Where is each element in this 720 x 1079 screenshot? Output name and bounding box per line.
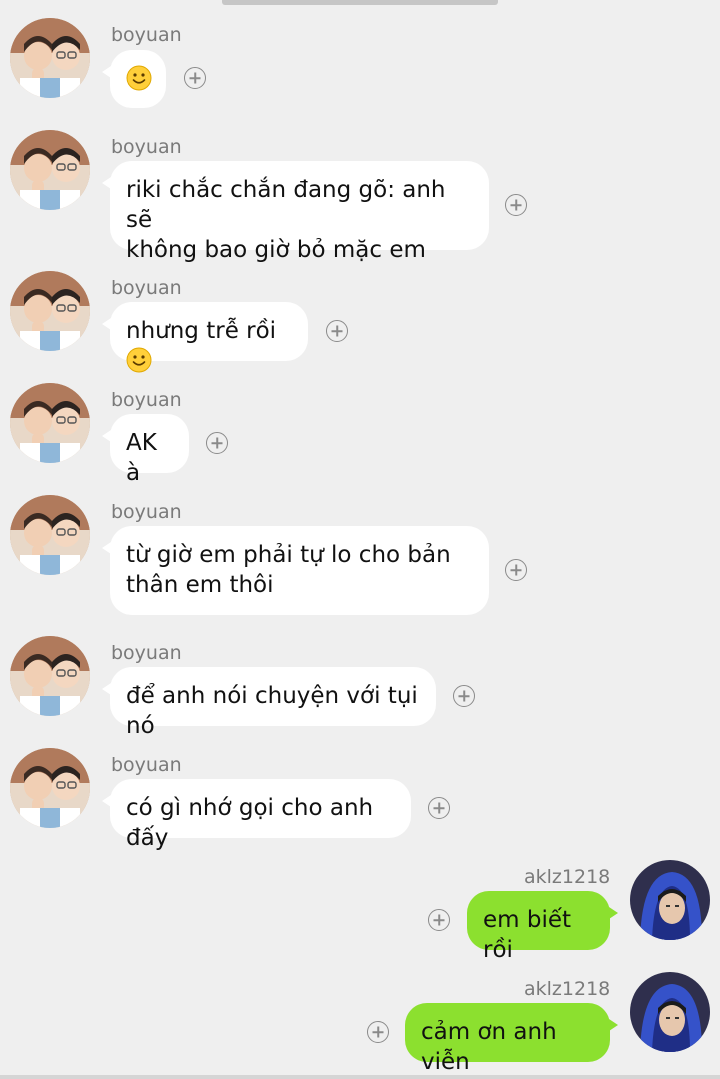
smile-emoji-icon: [126, 347, 152, 373]
add-icon[interactable]: [453, 685, 475, 707]
drag-handle: [222, 0, 498, 5]
add-icon[interactable]: [505, 194, 527, 216]
message-bubble[interactable]: từ giờ em phải tự lo cho bản thân em thô…: [102, 526, 489, 615]
avatar[interactable]: [10, 130, 90, 210]
message-bubble[interactable]: em biết rồi: [467, 891, 618, 963]
sender-name: boyuan: [111, 24, 182, 46]
message-text: để anh nói chuyện với tụi nó: [126, 683, 418, 739]
message-text: cảm ơn anh viễn: [421, 1019, 557, 1075]
message-text: AK à: [126, 430, 157, 486]
message-bubble[interactable]: để anh nói chuyện với tụi nó: [102, 667, 436, 739]
sender-name: boyuan: [111, 389, 182, 411]
avatar[interactable]: [630, 972, 710, 1052]
avatar[interactable]: [10, 748, 90, 828]
avatar[interactable]: [630, 860, 710, 940]
add-icon[interactable]: [367, 1021, 389, 1043]
avatar[interactable]: [10, 636, 90, 716]
add-icon[interactable]: [505, 559, 527, 581]
sender-name: boyuan: [111, 501, 182, 523]
add-icon[interactable]: [326, 320, 348, 342]
add-icon[interactable]: [428, 909, 450, 931]
add-icon[interactable]: [428, 797, 450, 819]
smile-emoji-icon: [126, 65, 152, 91]
avatar[interactable]: [10, 271, 90, 351]
message-text-line: không bao giờ bỏ mặc em: [126, 237, 426, 263]
message-bubble[interactable]: có gì nhớ gọi cho anh đấy: [102, 779, 411, 851]
sender-name: aklz1218: [524, 866, 611, 888]
sender-name: aklz1218: [524, 978, 611, 1000]
sender-name: boyuan: [111, 754, 182, 776]
message-text: có gì nhớ gọi cho anh đấy: [126, 795, 374, 851]
sender-name: boyuan: [111, 136, 182, 158]
message-bubble[interactable]: [102, 50, 166, 108]
add-icon[interactable]: [184, 67, 206, 89]
message-bubble[interactable]: cảm ơn anh viễn: [405, 1003, 618, 1075]
message-text-line: riki chắc chắn đang gõ: anh sẽ: [126, 177, 446, 233]
avatar[interactable]: [10, 383, 90, 463]
message-bubble[interactable]: nhưng trễ rồi: [102, 302, 308, 361]
sender-name: boyuan: [111, 642, 182, 664]
message-text-line: từ giờ em phải tự lo cho bản: [126, 542, 451, 568]
divider: [0, 1075, 720, 1079]
message-bubble[interactable]: AK à: [102, 414, 189, 486]
message-bubble[interactable]: riki chắc chắn đang gõ: anh sẽ không bao…: [102, 161, 489, 263]
add-icon[interactable]: [206, 432, 228, 454]
avatar[interactable]: [10, 495, 90, 575]
message-text: em biết rồi: [483, 907, 572, 963]
message-text: nhưng trễ rồi: [126, 318, 277, 344]
sender-name: boyuan: [111, 277, 182, 299]
message-text-line: thân em thôi: [126, 572, 274, 598]
avatar[interactable]: [10, 18, 90, 98]
